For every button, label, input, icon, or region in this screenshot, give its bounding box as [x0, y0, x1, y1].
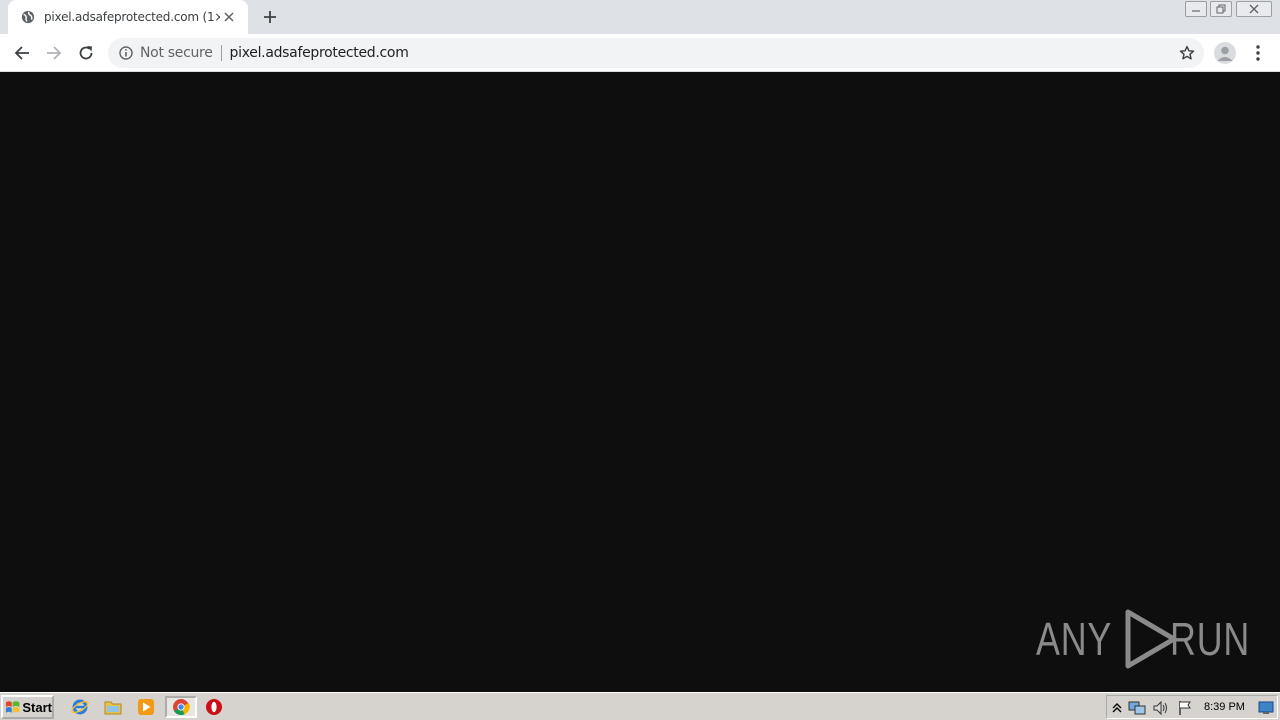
arrow-left-icon — [14, 46, 29, 60]
volume-icon[interactable] — [1152, 699, 1170, 717]
plus-icon — [264, 11, 276, 23]
close-icon — [1249, 4, 1259, 14]
arrow-right-icon — [47, 46, 62, 60]
windows-logo-icon — [5, 701, 20, 713]
network-icon[interactable] — [1128, 699, 1146, 717]
opera-icon[interactable] — [202, 696, 226, 718]
new-tab-button[interactable] — [258, 6, 282, 28]
anyrun-watermark: ANY RUN — [1036, 606, 1272, 672]
address-bar[interactable]: Not secure pixel.adsafeprotected.com — [108, 38, 1204, 68]
chrome-icon[interactable] — [165, 696, 197, 718]
watermark-left-text: ANY — [1036, 613, 1113, 665]
tab-strip: pixel.adsafeprotected.com (1×1) — [0, 0, 1280, 34]
globe-icon — [20, 9, 36, 25]
minimize-button[interactable] — [1184, 0, 1208, 18]
back-button[interactable] — [8, 39, 36, 67]
restore-icon — [1216, 4, 1226, 14]
watermark-right-text: RUN — [1169, 613, 1250, 665]
page-content — [0, 72, 1280, 692]
info-icon[interactable] — [118, 45, 134, 61]
start-button[interactable]: Start — [1, 695, 54, 719]
system-tray — [1106, 695, 1278, 719]
file-explorer-icon[interactable] — [101, 696, 125, 718]
restore-button[interactable] — [1209, 0, 1233, 18]
security-label[interactable]: Not secure — [140, 45, 213, 61]
show-desktop-icon[interactable] — [1257, 699, 1275, 717]
media-player-icon[interactable] — [134, 696, 158, 718]
start-label: Start — [22, 699, 52, 715]
browser-toolbar: Not secure pixel.adsafeprotected.com — [0, 34, 1280, 72]
url-text[interactable]: pixel.adsafeprotected.com — [230, 45, 409, 61]
reload-icon — [79, 46, 93, 60]
internet-explorer-icon[interactable] — [68, 696, 92, 718]
window-close-button[interactable] — [1234, 0, 1274, 18]
kebab-menu-icon[interactable] — [1248, 39, 1268, 67]
forward-button[interactable] — [40, 39, 68, 67]
tab-title: pixel.adsafeprotected.com (1×1) — [44, 10, 220, 24]
minimize-icon — [1192, 10, 1200, 12]
clock: 8:39 PM — [1204, 701, 1245, 713]
reload-button[interactable] — [72, 39, 100, 67]
divider — [220, 45, 222, 61]
taskbar: Start 8:39 PM — [0, 692, 1280, 720]
show-hidden-icons-icon[interactable] — [1108, 699, 1126, 717]
browser-tab[interactable]: pixel.adsafeprotected.com (1×1) — [8, 0, 248, 34]
close-icon[interactable] — [220, 8, 238, 26]
avatar-icon[interactable] — [1214, 42, 1236, 64]
star-icon[interactable] — [1178, 44, 1196, 62]
action-center-flag-icon[interactable] — [1176, 699, 1194, 717]
